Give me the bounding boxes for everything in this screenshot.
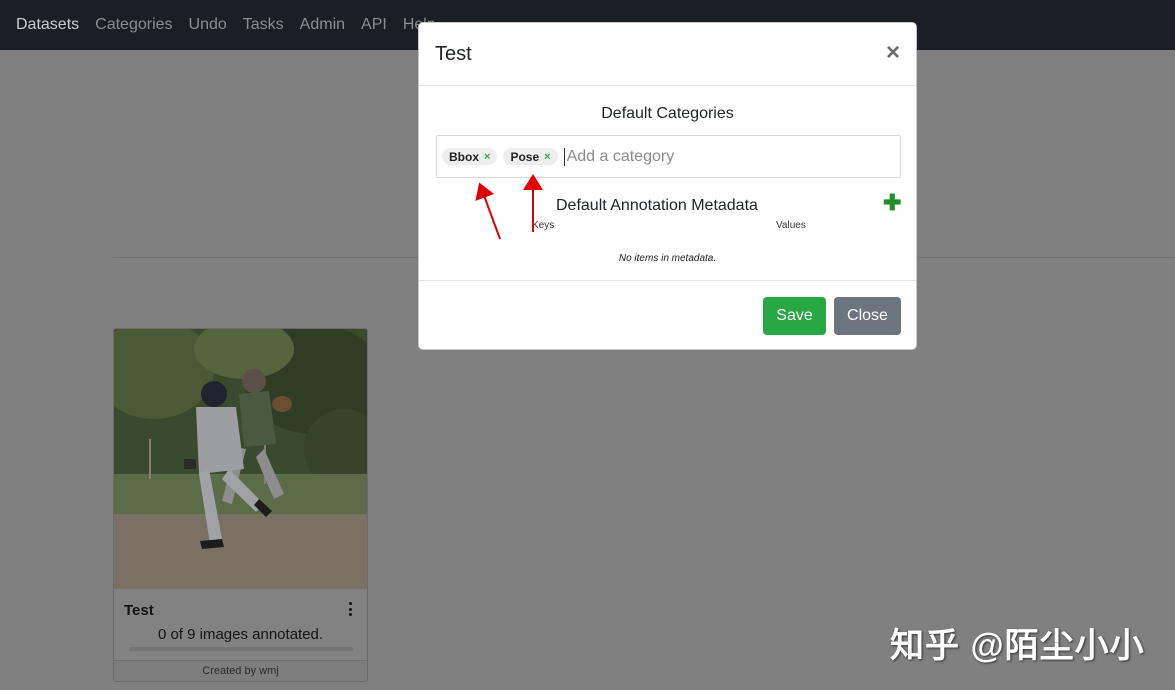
nav-tasks[interactable]: Tasks [243,16,284,34]
tag-label: Bbox [449,149,479,164]
close-icon[interactable]: × [886,39,900,67]
category-tag-pose: Pose × [503,148,558,165]
metadata-empty-message: No items in metadata. [618,253,717,264]
dataset-progress-bar [129,647,353,651]
nav-undo[interactable]: Undo [189,16,227,34]
vertical-dots-icon[interactable] [349,602,353,616]
dataset-thumbnail[interactable] [114,329,367,589]
watermark-text: 知乎 @陌尘小小 [890,627,1145,665]
save-button[interactable]: Save [763,297,826,335]
dataset-card[interactable]: Test 0 of 9 images annotated. Created by… [113,328,368,682]
modal-footer: Save Close [419,280,916,350]
metadata-keys-header: Keys [532,220,555,231]
metadata-values-header: Values [776,220,806,231]
nav-datasets[interactable]: Datasets [16,16,79,34]
plus-icon[interactable]: ✚ [883,190,901,216]
add-category-input[interactable] [563,147,864,166]
modal-header: Test × [419,23,916,86]
dataset-card-title[interactable]: Test [124,602,154,619]
dataset-settings-modal: Test × Default Categories Bbox × Pose × … [418,22,917,350]
nav-admin[interactable]: Admin [300,16,345,34]
dataset-card-body: Test 0 of 9 images annotated. [114,590,367,660]
dataset-card-footer: Created by wmj [114,660,367,681]
modal-title: Test [435,43,472,65]
default-categories-title: Default Categories [601,105,734,122]
nav-categories[interactable]: Categories [95,16,172,34]
dataset-annotation-count: 0 of 9 images annotated. [157,626,324,643]
tag-label: Pose [510,149,540,164]
nav-api[interactable]: API [361,16,387,34]
category-tag-bbox: Bbox × [442,148,498,165]
close-button[interactable]: Close [834,297,901,335]
close-icon[interactable]: × [484,151,490,163]
metadata-title: Default Annotation Metadata [556,197,758,214]
category-tags-input[interactable]: Bbox × Pose × [436,135,901,178]
close-icon[interactable]: × [544,151,550,163]
